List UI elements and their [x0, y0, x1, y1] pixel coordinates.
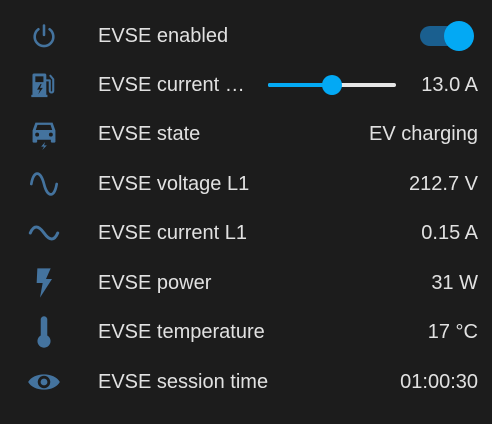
car-electric-icon[interactable]	[24, 114, 64, 154]
entity-value: EV charging	[369, 122, 478, 145]
ev-station-icon[interactable]	[24, 65, 64, 105]
evse-enabled-toggle[interactable]	[420, 21, 474, 51]
entity-value: 01:00:30	[400, 370, 478, 393]
entity-row-evse-voltage-l1[interactable]: EVSE voltage L1 212.7 V	[0, 161, 492, 207]
entity-row-evse-power[interactable]: EVSE power 31 W	[0, 260, 492, 306]
entities-card: EVSE enabled EVSE current … 13.0 A EVSE …	[0, 0, 492, 424]
power-icon[interactable]	[24, 16, 64, 56]
flash-icon[interactable]	[24, 263, 64, 303]
entity-row-evse-enabled[interactable]: EVSE enabled	[0, 13, 492, 59]
entity-label[interactable]: EVSE current …	[98, 74, 245, 97]
entity-value: 17 °C	[427, 320, 478, 343]
current-ac-icon[interactable]	[24, 213, 64, 253]
eye-icon[interactable]	[24, 362, 64, 402]
entity-label[interactable]: EVSE current L1	[98, 222, 247, 245]
toggle-thumb[interactable]	[444, 21, 474, 51]
entity-row-evse-current-setting[interactable]: EVSE current … 13.0 A	[0, 62, 492, 108]
entity-value: 0.15 A	[421, 221, 478, 244]
entity-row-evse-state[interactable]: EVSE state EV charging	[0, 111, 492, 157]
entity-label[interactable]: EVSE session time	[98, 371, 268, 394]
entity-label[interactable]: EVSE power	[98, 272, 211, 295]
entity-label[interactable]: EVSE voltage L1	[98, 173, 249, 196]
entity-row-evse-current-l1[interactable]: EVSE current L1 0.15 A	[0, 210, 492, 256]
entity-label[interactable]: EVSE temperature	[98, 321, 265, 344]
entity-row-evse-session-time[interactable]: EVSE session time 01:00:30	[0, 359, 492, 405]
entity-label[interactable]: EVSE state	[98, 123, 200, 146]
entity-label[interactable]: EVSE enabled	[98, 25, 228, 48]
thermometer-icon[interactable]	[24, 312, 64, 352]
slider-knob[interactable]	[322, 75, 342, 95]
entity-row-evse-temperature[interactable]: EVSE temperature 17 °C	[0, 309, 492, 355]
sine-wave-icon[interactable]	[24, 164, 64, 204]
evse-current-slider[interactable]	[268, 75, 396, 95]
entity-value: 31 W	[431, 271, 478, 294]
entity-value: 13.0 A	[421, 73, 478, 96]
entity-value: 212.7 V	[409, 172, 478, 195]
